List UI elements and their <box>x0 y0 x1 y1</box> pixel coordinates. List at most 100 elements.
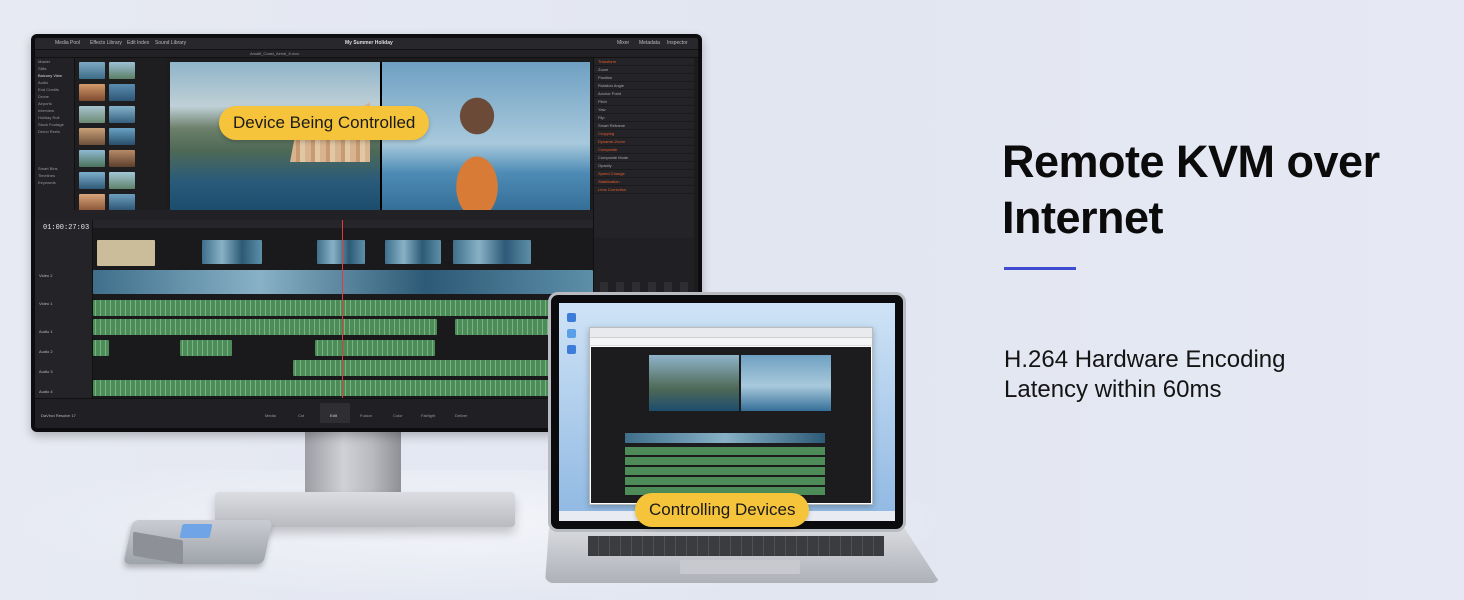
inspector-row[interactable]: Zoom <box>594 66 694 74</box>
inspector-row[interactable]: Position <box>594 74 694 82</box>
media-thumb[interactable] <box>79 194 105 211</box>
page-edit[interactable]: Edit <box>330 413 337 418</box>
inspector-row[interactable]: Cropping <box>594 130 694 138</box>
inspector-row[interactable]: Stabilization <box>594 178 694 186</box>
bin-item[interactable]: Timelines <box>35 172 74 179</box>
media-thumb[interactable] <box>109 172 135 189</box>
page-fairlight[interactable]: Fairlight <box>421 413 435 418</box>
timeline-toolbar[interactable] <box>35 210 593 220</box>
audio-clip[interactable] <box>93 380 593 396</box>
audio-clip[interactable] <box>180 340 232 356</box>
track-header[interactable]: Audio 2 <box>35 346 92 366</box>
tab-edit-index[interactable]: Edit Index <box>127 40 149 46</box>
bin-item[interactable]: Keywords <box>35 179 74 186</box>
media-thumb[interactable] <box>79 106 105 123</box>
audio-clip[interactable] <box>93 319 261 335</box>
track-header[interactable]: Audio 3 <box>35 366 92 386</box>
media-thumbnails <box>75 58 167 255</box>
page-fusion[interactable]: Fusion <box>360 413 372 418</box>
tab-effects-library[interactable]: Effects Library <box>90 40 122 46</box>
audio-clip[interactable] <box>315 340 435 356</box>
bin-item[interactable]: Interview <box>35 107 74 114</box>
inspector-row[interactable]: Composite Mode <box>594 154 694 162</box>
media-thumb[interactable] <box>109 106 135 123</box>
page-cut[interactable]: Cut <box>298 413 304 418</box>
video-clip[interactable] <box>202 240 262 264</box>
resolve-subbar: Amalfi_Coast_Aerial_8.mov <box>35 50 698 58</box>
bin-item[interactable]: Master <box>35 58 74 65</box>
bin-item[interactable]: Holiday Roll <box>35 114 74 121</box>
track-header[interactable]: Video 1 <box>35 298 92 318</box>
video-clip[interactable] <box>453 240 531 264</box>
timeline-playhead[interactable] <box>342 220 343 398</box>
headline: Remote KVM over Internet <box>1002 134 1380 246</box>
page-color[interactable]: Color <box>393 413 403 418</box>
headline-line-1: Remote KVM over <box>1002 136 1380 187</box>
laptop-trackpad <box>680 560 800 574</box>
media-thumb[interactable] <box>79 62 105 79</box>
desktop-icon[interactable] <box>567 313 576 322</box>
bin-item[interactable]: Stills <box>35 65 74 72</box>
project-title: My Summer Holiday <box>345 40 393 46</box>
audio-clip[interactable] <box>257 319 437 335</box>
kvm-promo-banner: Media Pool Effects Library Edit Index So… <box>0 0 1464 600</box>
inspector-row[interactable]: Rotation Angle <box>594 82 694 90</box>
tab-metadata[interactable]: Metadata <box>639 40 660 46</box>
bin-item[interactable]: Drone <box>35 93 74 100</box>
inspector-row[interactable]: Opacity <box>594 162 694 170</box>
inspector-row[interactable]: Transform <box>594 58 694 66</box>
video-clip[interactable] <box>93 270 593 294</box>
video-clip[interactable] <box>317 240 365 264</box>
timeline-ruler[interactable] <box>93 220 593 228</box>
tab-media-pool[interactable]: Media Pool <box>55 40 80 46</box>
bin-item[interactable]: Audio <box>35 79 74 86</box>
audio-clip[interactable] <box>93 340 109 356</box>
media-thumb[interactable] <box>79 128 105 145</box>
callout-controlling-devices: Controlling Devices <box>635 493 810 527</box>
tab-mixer[interactable]: Mixer <box>617 40 629 46</box>
browser-address-bar[interactable] <box>590 338 872 346</box>
inspector-row[interactable]: Pitch <box>594 98 694 106</box>
track-header[interactable]: Video 2 <box>35 270 92 290</box>
media-thumb[interactable] <box>79 84 105 101</box>
inspector-row[interactable]: Flip <box>594 114 694 122</box>
inspector-row[interactable]: Anchor Point <box>594 90 694 98</box>
inspector-row[interactable]: Smart Reframe <box>594 122 694 130</box>
track-headers: Video 2 Video 1 Audio 1 Audio 2 Audio 3 … <box>35 220 93 414</box>
page-media[interactable]: Media <box>265 413 276 418</box>
title-clip[interactable] <box>97 240 155 266</box>
inspector-row[interactable]: Lens Correction <box>594 186 694 194</box>
media-thumb[interactable] <box>109 84 135 101</box>
media-thumb[interactable] <box>109 62 135 79</box>
media-thumb[interactable] <box>109 194 135 211</box>
page-deliver[interactable]: Deliver <box>455 413 467 418</box>
remote-audio-tracks <box>625 447 825 497</box>
inspector-row[interactable]: Yaw <box>594 106 694 114</box>
tab-sound-library[interactable]: Sound Library <box>155 40 186 46</box>
media-thumb[interactable] <box>109 128 135 145</box>
bin-item[interactable]: Airports <box>35 100 74 107</box>
inspector-row[interactable]: Dynamic Zoom <box>594 138 694 146</box>
desktop-icon[interactable] <box>567 345 576 354</box>
bin-item[interactable]: Balcony View <box>35 72 74 79</box>
bin-item[interactable]: Stock Footage <box>35 121 74 128</box>
remote-desktop-view[interactable] <box>591 347 871 503</box>
audio-clip[interactable] <box>93 300 593 316</box>
tab-inspector[interactable]: Inspector <box>667 40 688 46</box>
video-clip[interactable] <box>385 240 441 264</box>
track-header[interactable]: Audio 1 <box>35 326 92 346</box>
bin-item[interactable]: End Credits <box>35 86 74 93</box>
headline-line-2: Internet <box>1002 192 1164 243</box>
desktop-icon[interactable] <box>567 329 576 338</box>
bin-item[interactable]: Demo Reels <box>35 128 74 135</box>
inspector-row[interactable]: Speed Change <box>594 170 694 178</box>
media-thumb[interactable] <box>109 150 135 167</box>
accent-divider <box>1004 267 1076 270</box>
resolve-topbar: Media Pool Effects Library Edit Index So… <box>35 38 698 50</box>
inspector-row[interactable]: Composite <box>594 146 694 154</box>
media-thumb[interactable] <box>79 172 105 189</box>
media-thumb[interactable] <box>79 150 105 167</box>
bin-item[interactable]: Smart Bins <box>35 165 74 172</box>
inspector-panel: Transform Zoom Position Rotation Angle A… <box>593 58 694 238</box>
browser-tab-bar[interactable] <box>590 328 872 338</box>
